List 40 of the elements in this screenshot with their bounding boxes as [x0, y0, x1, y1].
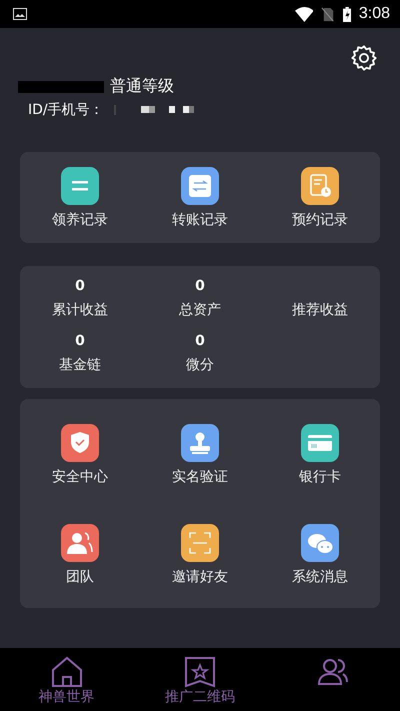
- stat-label: 基金链: [59, 356, 101, 374]
- list-icon: [61, 166, 99, 204]
- document-clock-icon: [301, 166, 339, 204]
- stat-value: 0: [195, 278, 205, 295]
- record-label[interactable]: 预约记录: [292, 210, 348, 228]
- chat-icon: [301, 524, 339, 562]
- shield-icon: [61, 424, 99, 462]
- card-icon: [301, 424, 339, 462]
- service-label[interactable]: 安全中心: [52, 468, 108, 486]
- stat-value: 0: [75, 333, 85, 350]
- service-label[interactable]: 系统消息: [292, 568, 348, 586]
- home-icon[interactable]: [50, 656, 83, 688]
- settings-icon[interactable]: [350, 44, 378, 72]
- record-label[interactable]: 转账记录: [172, 210, 228, 228]
- stat-value: 0: [195, 333, 205, 350]
- nav-label[interactable]: 神兽世界: [38, 688, 95, 706]
- no-sim-icon: [321, 6, 335, 22]
- battery-icon: [342, 6, 351, 22]
- stat-label: 总资产: [179, 301, 221, 319]
- transfer-icon: [181, 166, 219, 204]
- service-label[interactable]: 团队: [66, 568, 94, 586]
- stamp-icon: [181, 424, 219, 462]
- nav-label[interactable]: 推广二维码: [164, 688, 235, 706]
- star-tag-icon[interactable]: [184, 656, 216, 688]
- stat-label: 推荐收益: [292, 301, 348, 319]
- scan-icon: [181, 524, 219, 562]
- image-icon: [13, 8, 27, 20]
- people-icon[interactable]: [317, 656, 350, 688]
- stat-label: 微分: [186, 356, 214, 374]
- stat-value: 0: [75, 278, 85, 295]
- clock-time: 3:08: [358, 5, 390, 23]
- record-label[interactable]: 领养记录: [52, 210, 108, 228]
- service-label[interactable]: 邀请好友: [172, 568, 228, 586]
- service-label[interactable]: 实名验证: [172, 468, 228, 486]
- service-label[interactable]: 银行卡: [299, 468, 341, 486]
- people-icon: [61, 524, 99, 562]
- stat-label: 累计收益: [52, 301, 108, 319]
- id-label: ID/手机号：: [28, 101, 104, 119]
- wifi-icon: [294, 6, 314, 22]
- member-level: 普通等级: [110, 76, 174, 97]
